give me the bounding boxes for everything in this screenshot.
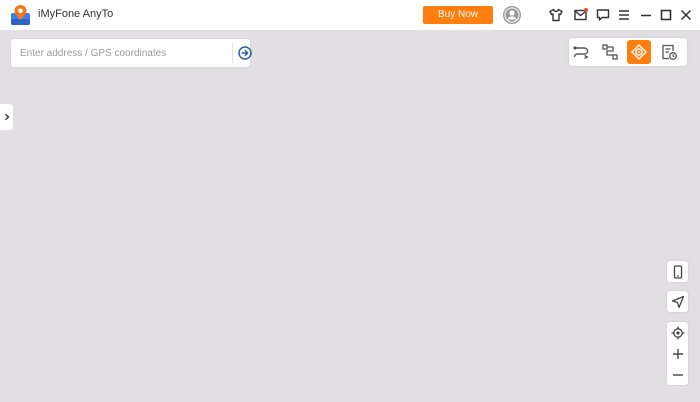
history-records-button[interactable]: [657, 40, 681, 64]
zoom-out-icon: [672, 373, 683, 376]
navigate-button-group: [667, 291, 688, 312]
avatar-icon[interactable]: [502, 5, 522, 25]
title-bar: iMyFone AnyTo Buy Now: [0, 0, 700, 30]
zoom-in-button[interactable]: [667, 343, 688, 364]
device-button[interactable]: [667, 261, 688, 282]
close-icon[interactable]: [678, 7, 694, 23]
app-logo-icon: [10, 4, 31, 26]
search-go-button[interactable]: [238, 46, 252, 60]
arrow-right-circle-icon: [238, 46, 252, 60]
map-canvas[interactable]: [0, 30, 700, 402]
teleport-mode-icon: [631, 44, 647, 60]
history-records-icon: [662, 44, 677, 60]
zoom-out-button[interactable]: [667, 364, 688, 385]
two-spot-mode-icon: [573, 46, 589, 60]
device-button-group: [667, 261, 688, 282]
locate-button[interactable]: [667, 322, 688, 343]
locate-icon: [671, 326, 684, 339]
mail-icon[interactable]: [573, 7, 589, 23]
address-search-box: [11, 39, 252, 67]
menu-icon[interactable]: [616, 7, 632, 23]
search-divider: [232, 43, 233, 63]
sidebar-toggle-button[interactable]: [0, 104, 13, 130]
buy-now-button[interactable]: Buy Now: [423, 6, 493, 24]
zoom-control-group: [667, 322, 688, 385]
minimize-icon[interactable]: [638, 7, 654, 23]
address-search-input[interactable]: [20, 44, 225, 62]
zoom-in-icon: [672, 348, 683, 359]
mode-toolbar: [569, 38, 687, 66]
feedback-icon[interactable]: [595, 7, 611, 23]
app-title: iMyFone AnyTo: [38, 8, 114, 20]
maximize-icon[interactable]: [658, 7, 674, 23]
chevron-right-icon: [4, 113, 10, 121]
navigate-icon: [671, 295, 684, 308]
teleport-mode-button[interactable]: [627, 40, 651, 64]
multi-spot-mode-icon: [602, 44, 618, 60]
device-icon: [673, 264, 682, 279]
tshirt-icon[interactable]: [548, 7, 564, 23]
navigate-button[interactable]: [667, 291, 688, 312]
two-spot-mode-button[interactable]: [569, 40, 593, 64]
multi-spot-mode-button[interactable]: [598, 40, 622, 64]
